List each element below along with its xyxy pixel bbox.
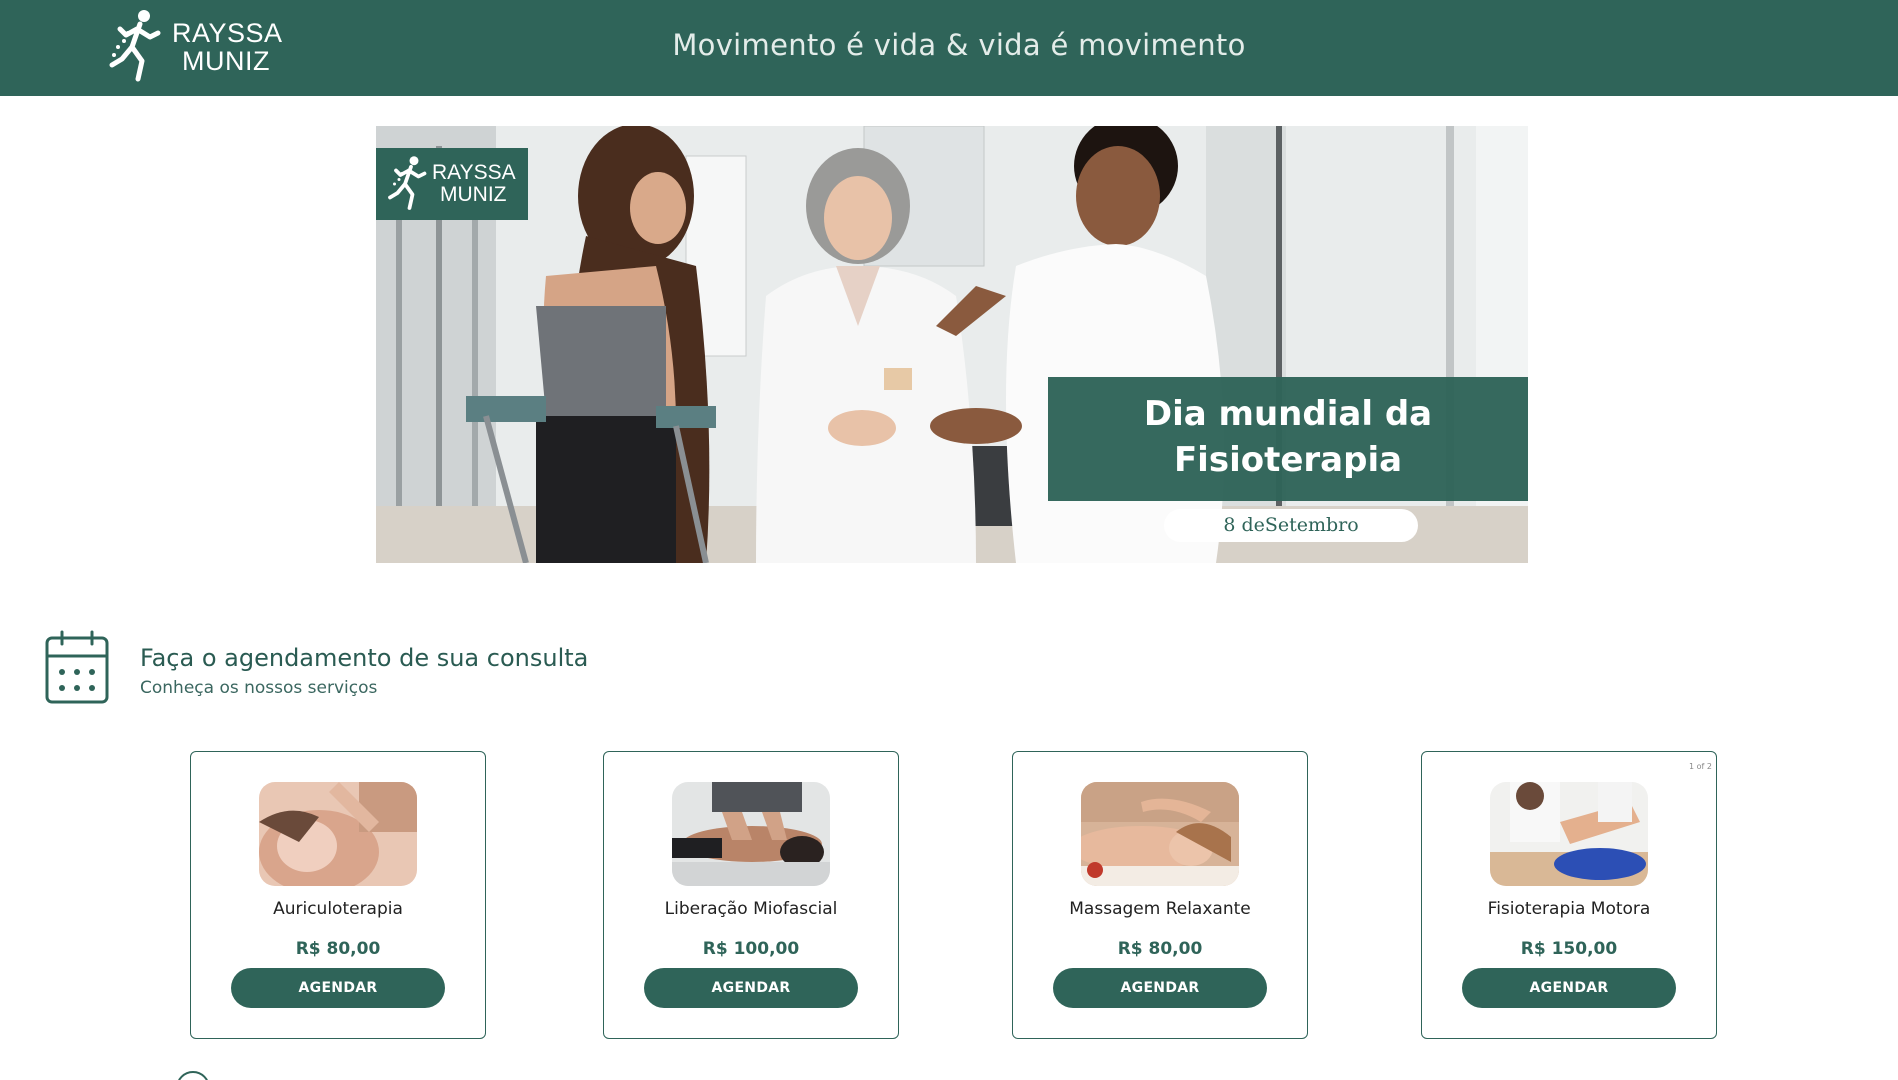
services-carousel[interactable]: Auriculoterapia R$ 80,00 AGENDAR Liberaç… xyxy=(0,751,1898,1041)
calendar-icon xyxy=(45,630,109,704)
banner-date: 8 deSetembro xyxy=(1164,509,1418,542)
banner-logo-text: RAYSSA MUNIZ xyxy=(432,162,516,206)
service-name: Fisioterapia Motora xyxy=(1487,899,1651,919)
service-name: Liberação Miofascial xyxy=(664,899,838,919)
service-image xyxy=(1081,782,1239,886)
service-price: R$ 80,00 xyxy=(1117,939,1203,959)
service-card[interactable]: Liberação Miofascial R$ 100,00 AGENDAR xyxy=(603,751,899,1039)
schedule-heading: Faça o agendamento de sua consulta Conhe… xyxy=(44,630,588,706)
schedule-button[interactable]: AGENDAR xyxy=(644,968,858,1008)
header-tagline: Movimento é vida & vida é movimento xyxy=(672,28,1246,62)
partial-icon xyxy=(176,1071,210,1080)
service-price: R$ 100,00 xyxy=(702,939,800,959)
service-card[interactable]: Massagem Relaxante R$ 80,00 AGENDAR xyxy=(1012,751,1308,1039)
top-header: RAYSSA MUNIZ Movimento é vida & vida é m… xyxy=(0,0,1898,96)
carousel-pager: 1 of 2 xyxy=(1689,762,1712,771)
hero-banner[interactable]: RAYSSA MUNIZ Dia mundial da Fisioterapia… xyxy=(376,126,1528,563)
banner-title-line2: Fisioterapia xyxy=(1173,440,1403,480)
service-price: R$ 150,00 xyxy=(1520,939,1618,959)
banner-headline: Dia mundial da Fisioterapia xyxy=(1048,377,1528,501)
service-name: Massagem Relaxante xyxy=(1069,899,1251,919)
service-card[interactable]: 1 of 2 Fisioterapia Motora R$ 150,00 AGE… xyxy=(1421,751,1717,1039)
service-image xyxy=(672,782,830,886)
schedule-button[interactable]: AGENDAR xyxy=(1053,968,1267,1008)
service-image xyxy=(1490,782,1648,886)
service-price: R$ 80,00 xyxy=(295,939,381,959)
schedule-title: Faça o agendamento de sua consulta xyxy=(140,644,589,672)
banner-title-line1: Dia mundial da xyxy=(1143,394,1433,434)
banner-logo-line1: RAYSSA xyxy=(432,161,516,184)
service-card[interactable]: Auriculoterapia R$ 80,00 AGENDAR xyxy=(190,751,486,1039)
schedule-subtitle: Conheça os nossos serviços xyxy=(140,678,378,698)
banner-logo-line2: MUNIZ xyxy=(440,183,507,206)
banner-logo: RAYSSA MUNIZ xyxy=(376,148,528,220)
schedule-text: Faça o agendamento de sua consulta Conhe… xyxy=(140,644,588,706)
runner-icon xyxy=(388,156,427,210)
schedule-button[interactable]: AGENDAR xyxy=(231,968,445,1008)
schedule-button[interactable]: AGENDAR xyxy=(1462,968,1676,1008)
service-name: Auriculoterapia xyxy=(273,899,403,919)
service-image xyxy=(259,782,417,886)
